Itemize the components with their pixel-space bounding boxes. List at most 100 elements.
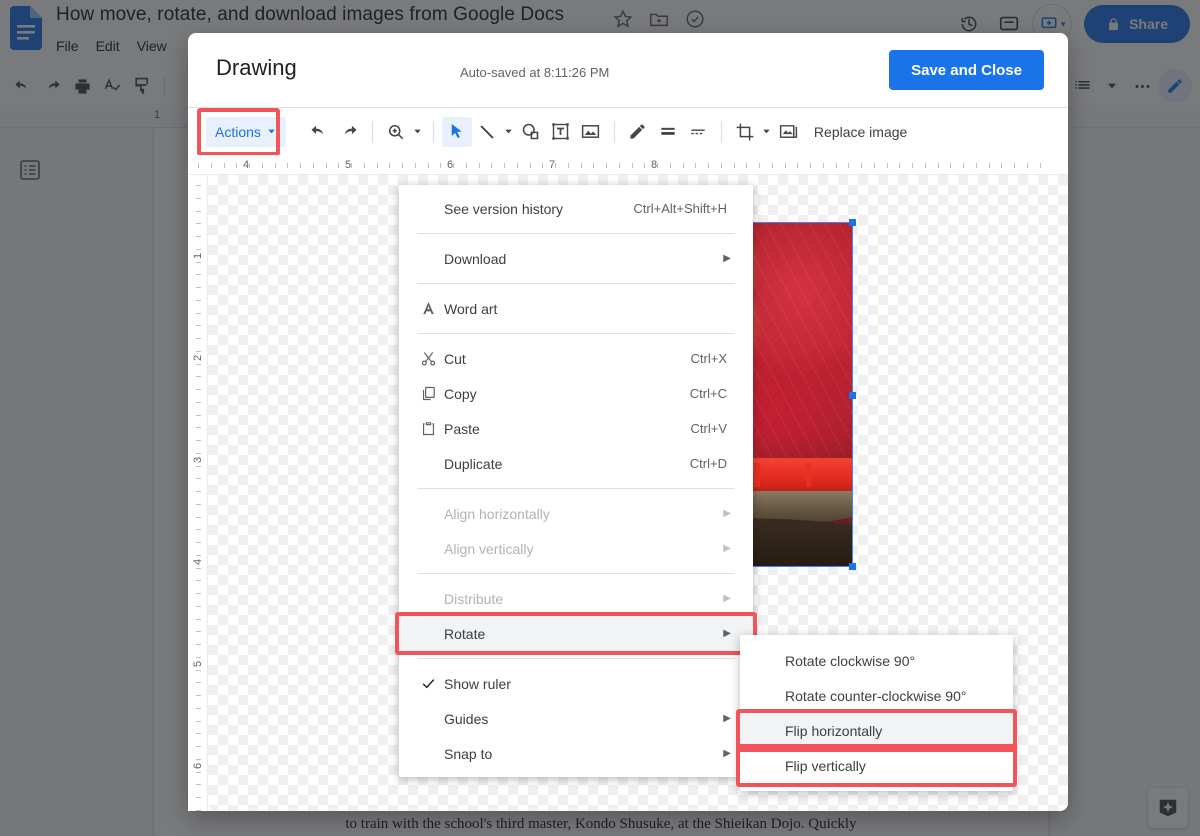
ruler-tick <box>196 338 201 339</box>
menu-item-copy[interactable]: CopyCtrl+C <box>399 376 753 411</box>
menu-separator <box>417 333 735 334</box>
menu-separator <box>417 573 735 574</box>
linedash-icon[interactable] <box>683 117 713 147</box>
menu-item-duplicate[interactable]: Duplicate Ctrl+D <box>399 446 753 481</box>
ruler-tick <box>196 211 201 212</box>
menu-separator <box>417 233 735 234</box>
menu-item-paste[interactable]: PasteCtrl+V <box>399 411 753 446</box>
ruler-tick <box>479 163 480 168</box>
ruler-tick <box>196 466 201 467</box>
menu-item-label: Align horizontally <box>444 506 550 522</box>
copy-icon <box>417 383 439 405</box>
ruler-tick <box>364 163 365 168</box>
crop-caret-icon[interactable] <box>760 117 774 147</box>
pencil-icon[interactable] <box>623 117 653 147</box>
menu-item-label: Rotate <box>444 626 485 642</box>
ruler-tick <box>196 746 201 747</box>
lineweight-icon[interactable] <box>653 117 683 147</box>
ruler-tick <box>466 163 467 168</box>
submenu-item-rotate-clockwise-90-[interactable]: Rotate clockwise 90° <box>740 643 1013 678</box>
rotate-submenu: Rotate clockwise 90°Rotate counter-clock… <box>740 635 1013 791</box>
submenu-item-flip-vertically[interactable]: Flip vertically <box>740 748 1013 783</box>
save-and-close-button[interactable]: Save and Close <box>889 50 1044 90</box>
submenu-item-flip-horizontally[interactable]: Flip horizontally <box>740 713 1013 748</box>
ruler-tick <box>196 657 201 658</box>
ruler-tick <box>196 325 201 326</box>
ruler-tick <box>196 262 201 263</box>
menu-separator <box>417 283 735 284</box>
ruler-tick <box>196 542 201 543</box>
ruler-tick <box>313 163 314 168</box>
actions-button[interactable]: Actions <box>206 117 286 147</box>
drawing-vertical-ruler[interactable]: 123456 <box>188 175 208 811</box>
ruler-tick <box>1027 163 1028 168</box>
ruler-number: 5 <box>192 661 204 667</box>
toolbar-divider <box>433 121 434 143</box>
menu-item-label: Distribute <box>444 591 503 607</box>
drawing-horizontal-ruler[interactable]: 45678 <box>188 155 1068 175</box>
ruler-tick <box>772 163 773 168</box>
ruler-tick <box>287 163 288 168</box>
ruler-tick <box>196 631 201 632</box>
ruler-tick <box>249 163 250 168</box>
crop-icon[interactable] <box>730 117 760 147</box>
redo-icon[interactable] <box>334 117 364 147</box>
zoom-caret-icon[interactable] <box>411 117 425 147</box>
ruler-tick <box>377 163 378 168</box>
ruler-tick <box>196 619 201 620</box>
ruler-tick <box>196 300 201 301</box>
actions-label: Actions <box>215 124 261 140</box>
ruler-tick <box>938 163 939 168</box>
ruler-tick <box>644 163 645 168</box>
ruler-tick <box>196 453 201 454</box>
menu-item-cut[interactable]: CutCtrl+X <box>399 341 753 376</box>
toolbar-divider <box>372 121 373 143</box>
ruler-tick <box>989 163 990 168</box>
submenu-arrow-icon: ▶ <box>723 253 731 264</box>
menu-item-download[interactable]: Download▶ <box>399 241 753 276</box>
menu-item-see-version-history[interactable]: See version historyCtrl+Alt+Shift+H <box>399 191 753 226</box>
menu-item-guides[interactable]: Guides▶ <box>399 701 753 736</box>
resize-handle-middle-right[interactable] <box>849 392 856 399</box>
menu-item-shortcut: Ctrl+D <box>690 456 727 471</box>
replace-image-button[interactable]: Replace image <box>814 124 907 140</box>
submenu-arrow-icon: ▶ <box>723 508 731 519</box>
menu-item-snap-to[interactable]: Snap to▶ <box>399 736 753 771</box>
mask-image-icon[interactable] <box>774 117 804 147</box>
ruler-number: 4 <box>192 559 204 565</box>
menu-item-word-art[interactable]: Word art <box>399 291 753 326</box>
submenu-item-rotate-counter-clockwise-90-[interactable]: Rotate counter-clockwise 90° <box>740 678 1013 713</box>
menu-item-show-ruler[interactable]: Show ruler <box>399 666 753 701</box>
shape-icon[interactable] <box>516 117 546 147</box>
image-icon[interactable] <box>576 117 606 147</box>
menu-item-label: Snap to <box>444 746 492 762</box>
ruler-tick <box>593 163 594 168</box>
ruler-tick <box>196 555 201 556</box>
resize-handle-top-right[interactable] <box>849 219 856 226</box>
ruler-tick <box>887 163 888 168</box>
ruler-tick <box>389 163 390 168</box>
ruler-tick <box>568 163 569 168</box>
menu-item-label: Duplicate <box>444 456 502 472</box>
ruler-tick <box>196 759 201 760</box>
ruler-tick <box>196 517 201 518</box>
ruler-tick <box>759 163 760 168</box>
submenu-arrow-icon: ▶ <box>723 543 731 554</box>
menu-item-distribute: Distribute▶ <box>399 581 753 616</box>
ruler-tick <box>351 163 352 168</box>
ruler-tick <box>746 163 747 168</box>
select-arrow-icon[interactable] <box>442 117 472 147</box>
textbox-icon[interactable] <box>546 117 576 147</box>
line-icon[interactable] <box>472 117 502 147</box>
line-caret-icon[interactable] <box>502 117 516 147</box>
resize-handle-bottom-right[interactable] <box>849 563 856 570</box>
ruler-tick <box>196 733 201 734</box>
ruler-tick <box>606 163 607 168</box>
menu-item-label: Copy <box>444 386 477 402</box>
ruler-tick <box>453 163 454 168</box>
undo-icon[interactable] <box>304 117 334 147</box>
ruler-tick <box>196 402 201 403</box>
ruler-tick <box>338 163 339 168</box>
zoom-icon[interactable] <box>381 117 411 147</box>
menu-item-rotate[interactable]: Rotate▶ <box>399 616 753 651</box>
